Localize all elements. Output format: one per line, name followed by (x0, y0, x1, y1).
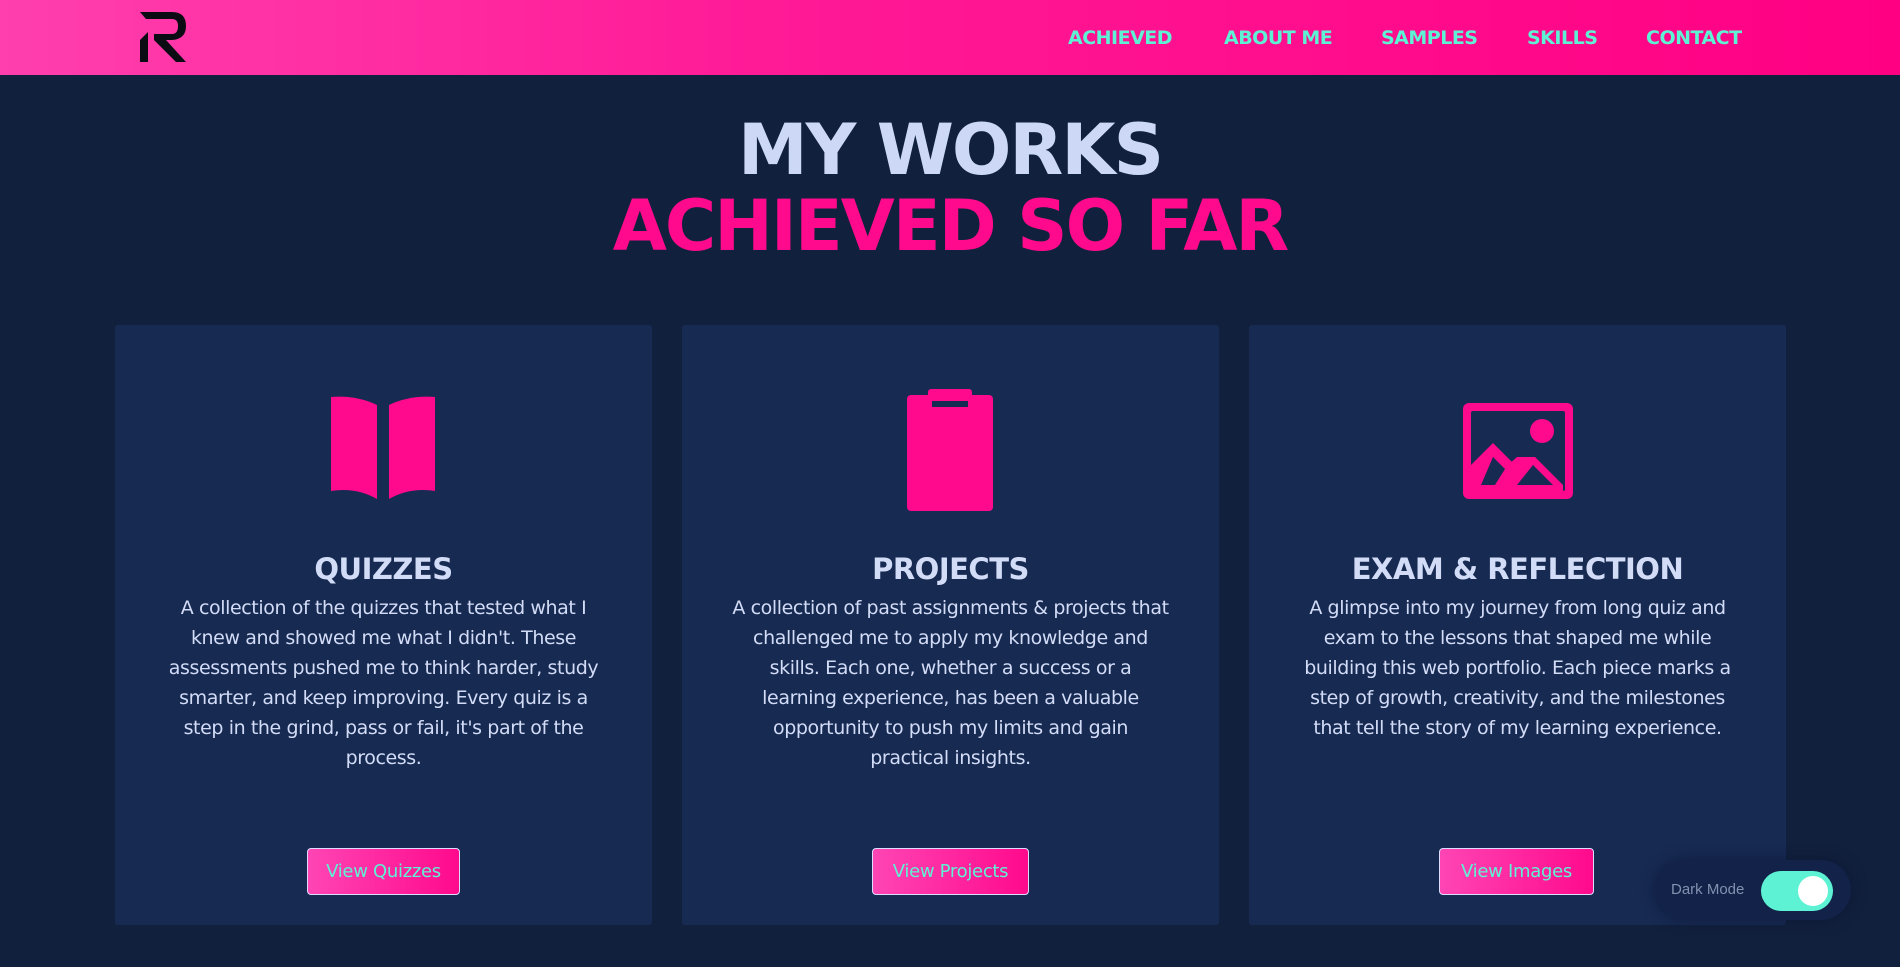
view-quizzes-button[interactable]: View Quizzes (307, 848, 460, 895)
nav-link-achieved[interactable]: ACHIEVED (1068, 26, 1173, 50)
dark-mode-label: Dark Mode (1671, 881, 1745, 898)
card-description: A collection of past assignments & proje… (732, 597, 1169, 769)
heading-my-works: MY WORKS (738, 109, 1164, 191)
dark-mode-toggle[interactable] (1761, 871, 1833, 911)
top-navbar: ACHIEVED ABOUT ME SAMPLES SKILLS CONTACT (0, 0, 1900, 75)
clipboard-icon (907, 389, 993, 511)
card-title: QUIZZES (314, 552, 453, 586)
nav-link-about-me[interactable]: ABOUT ME (1224, 26, 1333, 50)
card-description: A collection of the quizzes that tested … (168, 597, 599, 769)
card-title: PROJECTS (872, 552, 1029, 586)
card-projects: PROJECTS A collection of past assignment… (682, 325, 1219, 925)
heading-achieved-so-far: ACHIEVED SO FAR (612, 185, 1290, 267)
view-images-button[interactable]: View Images (1439, 848, 1594, 895)
card-exam-reflection: EXAM & REFLECTION A glimpse into my jour… (1249, 325, 1786, 925)
nav-link-contact[interactable]: CONTACT (1646, 26, 1742, 50)
book-icon (331, 396, 435, 499)
image-icon (1463, 403, 1573, 499)
view-projects-button[interactable]: View Projects (872, 848, 1029, 895)
nav-links: ACHIEVED ABOUT ME SAMPLES SKILLS CONTACT (0, 0, 1900, 75)
dark-mode-toggle-panel: Dark Mode (1655, 860, 1851, 920)
card-quizzes: QUIZZES A collection of the quizzes that… (115, 325, 652, 925)
card-title: EXAM & REFLECTION (1351, 552, 1684, 586)
card-description: A glimpse into my journey from long quiz… (1304, 597, 1731, 739)
nav-link-samples[interactable]: SAMPLES (1381, 26, 1478, 50)
toggle-knob (1798, 876, 1828, 906)
nav-link-skills[interactable]: SKILLS (1527, 26, 1598, 50)
